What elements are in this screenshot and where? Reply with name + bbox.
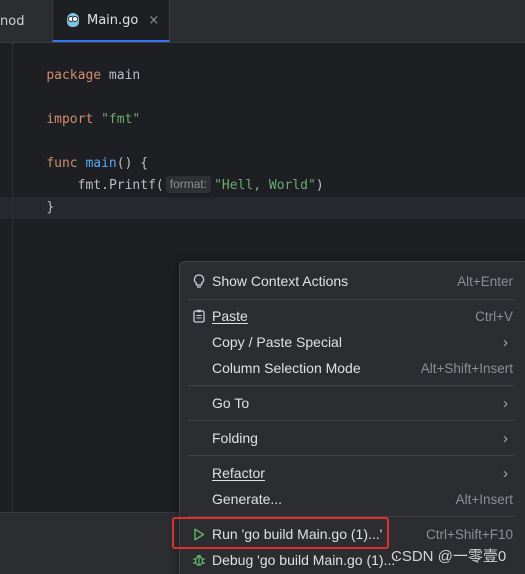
submenu-arrow-icon: › [503, 394, 508, 412]
menu-separator [188, 385, 514, 386]
menu-item-paste[interactable]: Paste Ctrl+V [180, 303, 525, 329]
menu-item-label: Refactor [212, 465, 265, 481]
function-call: Printf [108, 178, 156, 193]
menu-item-label: Paste [212, 308, 248, 324]
identifier: main [101, 68, 141, 83]
menu-item-folding[interactable]: Folding › [180, 425, 525, 451]
menu-item-label: Copy / Paste Special [212, 334, 342, 350]
tab-main-go[interactable]: Main.go × [52, 0, 170, 42]
parameter-hint: format: [165, 176, 212, 193]
shortcut: Ctrl+V [475, 308, 513, 324]
menu-separator [188, 299, 514, 300]
menu-item-label: Debug 'go build Main.go (1)...' [212, 552, 398, 568]
punctuation: ( [155, 178, 164, 193]
menu-separator [188, 455, 514, 456]
string-literal: "Hell, World" [214, 178, 316, 193]
gopher-file-icon [67, 13, 79, 27]
menu-item-label: Column Selection Mode [212, 360, 361, 376]
menu-item-refactor[interactable]: Refactor › [180, 460, 525, 486]
debug-icon [192, 552, 206, 568]
keyword: package [46, 68, 102, 83]
menu-separator [188, 420, 514, 421]
menu-item-label: Folding [212, 430, 258, 446]
shortcut: Alt+Enter [457, 273, 513, 289]
package-ref: fmt. [77, 178, 109, 193]
tab-go-mod[interactable]: nod [0, 0, 52, 42]
shortcut: Alt+Insert [455, 491, 513, 507]
watermark: CSDN @一零壹0 [391, 548, 507, 565]
menu-item-label: Go To [212, 395, 250, 411]
code-line: func main() { [15, 131, 148, 171]
tab-label: Main.go [87, 12, 139, 28]
menu-item-copy-paste-special[interactable]: Copy / Paste Special › [180, 329, 525, 355]
shortcut: Alt+Shift+Insert [420, 360, 513, 376]
submenu-arrow-icon: › [503, 429, 508, 447]
tab-label: nod [0, 13, 25, 29]
current-line-highlight [0, 197, 525, 219]
shortcut: Ctrl+Shift+F10 [425, 526, 513, 542]
code-line: fmt.Printf(format: "Hell, World") [15, 153, 324, 193]
editor-tab-bar: nod Main.go × [0, 0, 525, 43]
close-icon[interactable]: × [148, 13, 159, 28]
menu-item-label: Generate... [212, 491, 283, 507]
punctuation: ) [315, 178, 324, 193]
menu-item-generate[interactable]: Generate... Alt+Insert [180, 486, 525, 512]
menu-item-label: Show Context Actions [212, 273, 349, 289]
menu-item-show-context-actions[interactable]: Show Context Actions Alt+Enter [180, 268, 525, 294]
string-literal: "fmt" [101, 112, 141, 127]
bulb-icon [192, 273, 206, 289]
code-line: import "fmt" [15, 87, 140, 127]
menu-item-column-selection-mode[interactable]: Column Selection Mode Alt+Shift+Insert [180, 355, 525, 381]
keyword: import [46, 112, 94, 127]
submenu-arrow-icon: › [503, 464, 508, 482]
gutter-divider [12, 43, 13, 513]
punctuation: } [46, 200, 55, 215]
annotation-highlight-box [172, 517, 389, 549]
code-line: } [15, 175, 54, 215]
submenu-arrow-icon: › [503, 333, 508, 351]
menu-item-go-to[interactable]: Go To › [180, 390, 525, 416]
clipboard-icon [192, 308, 206, 324]
code-line: package main [15, 43, 140, 83]
